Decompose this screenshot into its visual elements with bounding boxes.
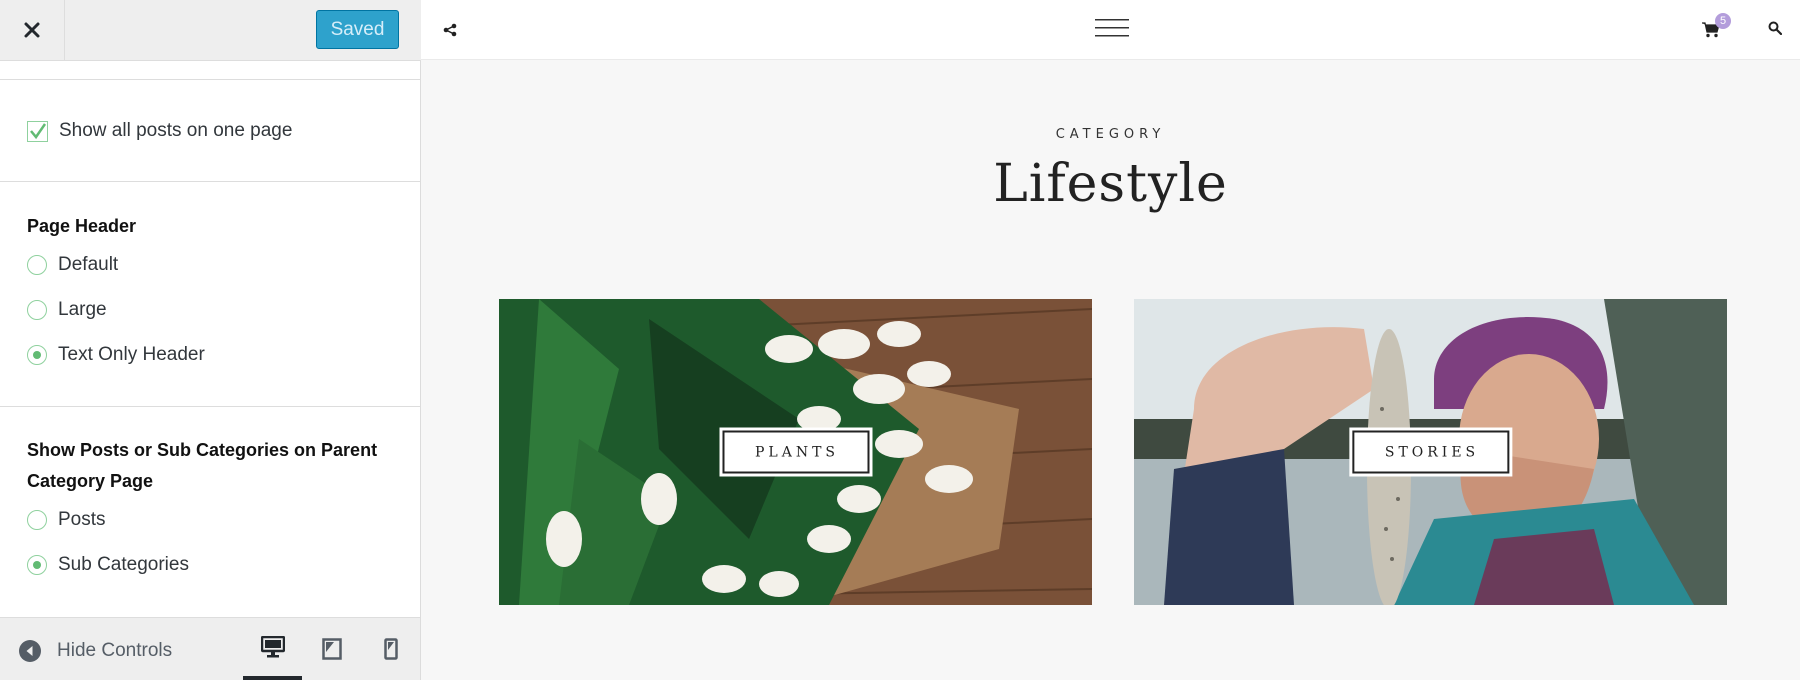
search-button[interactable] xyxy=(1767,20,1783,36)
menu-button[interactable] xyxy=(1094,16,1130,40)
option-label: Text Only Header xyxy=(58,344,205,365)
close-button[interactable] xyxy=(0,0,65,60)
radio-button[interactable] xyxy=(27,510,47,530)
show-all-posts-option[interactable]: Show all posts on one page xyxy=(27,118,292,144)
saved-button[interactable]: Saved xyxy=(316,10,399,49)
card-label-text: STORIES xyxy=(1351,430,1510,474)
divider xyxy=(0,406,420,407)
hide-controls-button[interactable]: Hide Controls xyxy=(18,639,172,663)
category-card-stories[interactable]: STORIES xyxy=(1134,299,1727,605)
card-label-text: PLANTS xyxy=(721,430,870,474)
tablet-icon xyxy=(321,638,342,660)
divider xyxy=(0,181,420,182)
radio-dot xyxy=(33,351,41,359)
device-mobile-button[interactable] xyxy=(361,618,420,680)
device-desktop-button[interactable] xyxy=(243,618,302,680)
share-button[interactable] xyxy=(442,20,458,40)
page-header-option-text-only[interactable]: Text Only Header xyxy=(27,342,205,368)
option-label: Default xyxy=(58,254,119,275)
page-header-option-default[interactable]: Default xyxy=(27,252,118,278)
close-icon xyxy=(24,22,40,38)
hide-controls-label: Hide Controls xyxy=(57,640,173,661)
mobile-icon xyxy=(383,638,398,660)
card-label-plants[interactable]: PLANTS xyxy=(718,427,873,477)
show-all-posts-checkbox[interactable] xyxy=(27,120,48,142)
option-label: Sub Categories xyxy=(58,554,189,575)
parent-category-option-subcategories[interactable]: Sub Categories xyxy=(27,552,189,578)
desktop-icon xyxy=(260,636,285,658)
parent-category-title: Show Posts or Sub Categories on Parent C… xyxy=(27,440,378,491)
share-icon xyxy=(443,23,457,37)
checkmark-icon xyxy=(30,122,47,139)
category-title: Lifestyle xyxy=(993,154,1228,214)
radio-dot xyxy=(33,561,41,569)
category-card-plants[interactable]: PLANTS xyxy=(499,299,1092,605)
collapse-arrow-icon xyxy=(19,640,41,662)
category-label: CATEGORY xyxy=(1055,127,1166,142)
parent-category-option-posts[interactable]: Posts xyxy=(27,507,106,533)
radio-button[interactable] xyxy=(27,300,47,320)
option-label: Posts xyxy=(58,509,106,530)
show-all-posts-label: Show all posts on one page xyxy=(59,120,293,141)
site-preview: 5 CATEGORY Lifestyle PLANTS STORIES xyxy=(421,0,1800,680)
search-icon xyxy=(1768,21,1782,35)
cart-button[interactable]: 5 xyxy=(1701,13,1731,40)
option-label: Large xyxy=(58,299,107,320)
card-label-stories[interactable]: STORIES xyxy=(1348,427,1513,477)
page-header-option-large[interactable]: Large xyxy=(27,297,107,323)
customizer-footer: Hide Controls xyxy=(0,617,420,680)
cart-count-badge: 5 xyxy=(1715,13,1731,29)
customizer-panel: Saved Show all posts on one page Page He… xyxy=(0,0,421,680)
site-topbar: 5 xyxy=(421,0,1800,60)
customizer-header: Saved xyxy=(0,0,421,61)
page-header-title: Page Header xyxy=(27,216,137,236)
divider xyxy=(0,79,420,80)
radio-button[interactable] xyxy=(27,255,47,275)
radio-button-selected[interactable] xyxy=(27,555,47,575)
hamburger-menu-icon xyxy=(1095,19,1129,37)
radio-button-selected[interactable] xyxy=(27,345,47,365)
device-tablet-button[interactable] xyxy=(302,618,361,680)
